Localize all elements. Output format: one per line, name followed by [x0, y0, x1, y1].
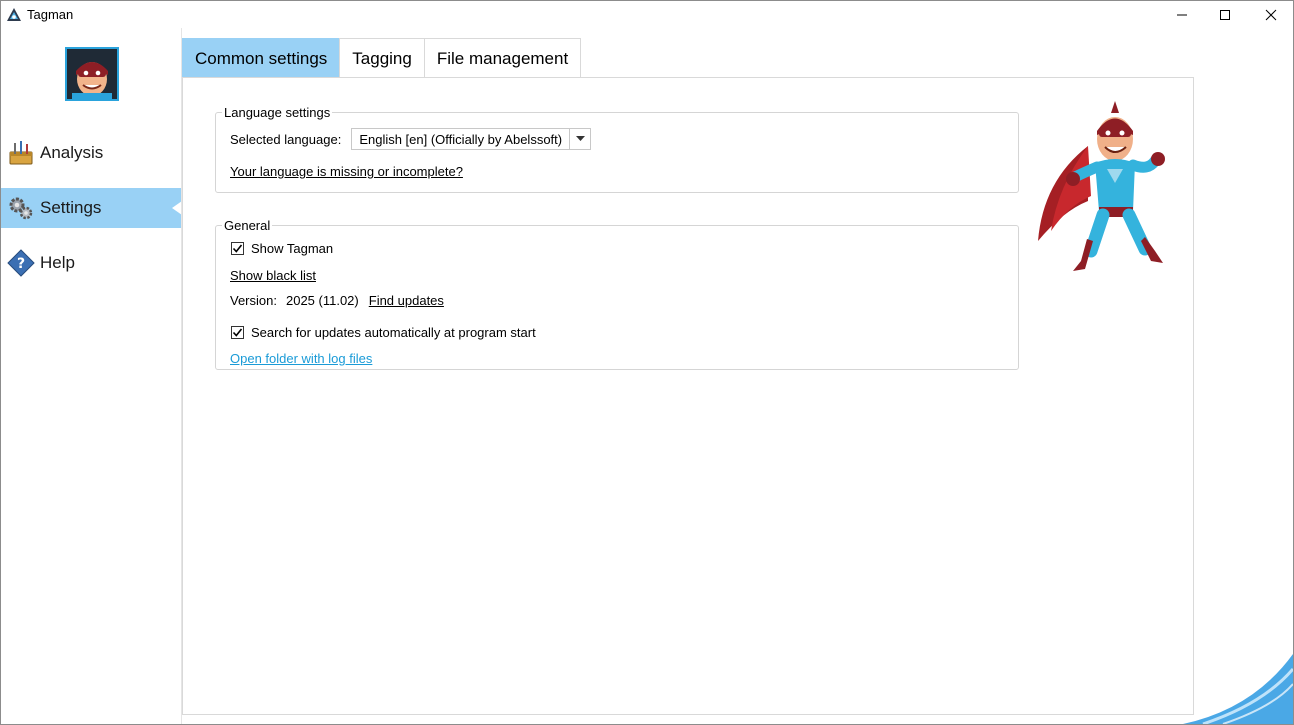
superhero-avatar-icon	[67, 49, 117, 99]
maximize-button[interactable]	[1202, 1, 1248, 28]
auto-update-checkbox[interactable]	[231, 326, 244, 339]
language-row: Selected language: English [en] (Officia…	[230, 128, 592, 150]
sidebar-item-settings[interactable]: Settings	[1, 188, 182, 228]
corner-swoosh-decoration	[1183, 654, 1293, 724]
find-updates-link[interactable]: Find updates	[369, 293, 444, 308]
auto-update-label: Search for updates automatically at prog…	[251, 325, 536, 340]
checkmark-icon	[232, 244, 243, 253]
version-value: 2025 (11.02)	[285, 293, 359, 308]
sidebar-item-label: Settings	[40, 198, 102, 217]
checkmark-icon	[232, 328, 243, 337]
language-select-value: English [en] (Officially by Abelssoft)	[359, 131, 563, 147]
group-title: General	[222, 218, 273, 233]
show-tagman-checkbox[interactable]	[231, 242, 244, 255]
svg-text:?: ?	[17, 256, 25, 272]
general-group: General Show Tagman Show black list Vers…	[215, 218, 1019, 370]
selected-language-label: Selected language:	[230, 131, 342, 147]
app-window: Tagman Analysis Settings ? Help Common s…	[0, 0, 1294, 725]
window-title: Tagman	[27, 7, 74, 22]
sidebar: Analysis Settings ? Help	[1, 28, 182, 724]
tagman-logo-icon	[7, 7, 21, 21]
tab-common-settings[interactable]: Common settings	[182, 38, 341, 78]
toolbox-icon	[7, 139, 35, 167]
show-black-list-link[interactable]: Show black list	[230, 268, 316, 283]
language-missing-link[interactable]: Your language is missing or incomplete?	[230, 164, 463, 179]
title-bar[interactable]: Tagman	[1, 1, 1293, 28]
open-log-folder-link[interactable]: Open folder with log files	[230, 351, 372, 366]
language-select[interactable]: English [en] (Officially by Abelssoft)	[351, 128, 592, 150]
maximize-icon	[1220, 9, 1230, 20]
dropdown-button[interactable]	[569, 129, 590, 149]
version-label: Version:	[230, 293, 277, 308]
superhero-mascot-image	[1038, 101, 1165, 271]
minimize-icon	[1177, 14, 1187, 15]
sidebar-item-help[interactable]: ? Help	[1, 243, 182, 283]
minimize-button[interactable]	[1159, 1, 1205, 28]
sidebar-item-analysis[interactable]: Analysis	[1, 133, 182, 173]
language-settings-group: Language settings Selected language: Eng…	[215, 105, 1019, 193]
help-diamond-icon: ?	[7, 249, 35, 277]
tab-file-management[interactable]: File management	[423, 38, 582, 78]
sidebar-item-label: Help	[40, 253, 75, 272]
group-title: Language settings	[222, 105, 333, 120]
show-tagman-label: Show Tagman	[251, 241, 334, 256]
avatar	[65, 47, 119, 101]
gears-icon	[7, 194, 35, 222]
tab-tagging[interactable]: Tagging	[339, 38, 425, 78]
close-icon	[1265, 9, 1277, 20]
close-button[interactable]	[1248, 1, 1293, 28]
chevron-down-icon	[575, 136, 585, 141]
auto-update-row[interactable]: Search for updates automatically at prog…	[231, 325, 536, 340]
show-tagman-row[interactable]: Show Tagman	[231, 241, 333, 256]
sidebar-item-label: Analysis	[40, 143, 104, 162]
version-row: Version: 2025 (11.02) Find updates	[230, 293, 444, 308]
tab-bar: Common settings Tagging File management	[182, 38, 582, 78]
